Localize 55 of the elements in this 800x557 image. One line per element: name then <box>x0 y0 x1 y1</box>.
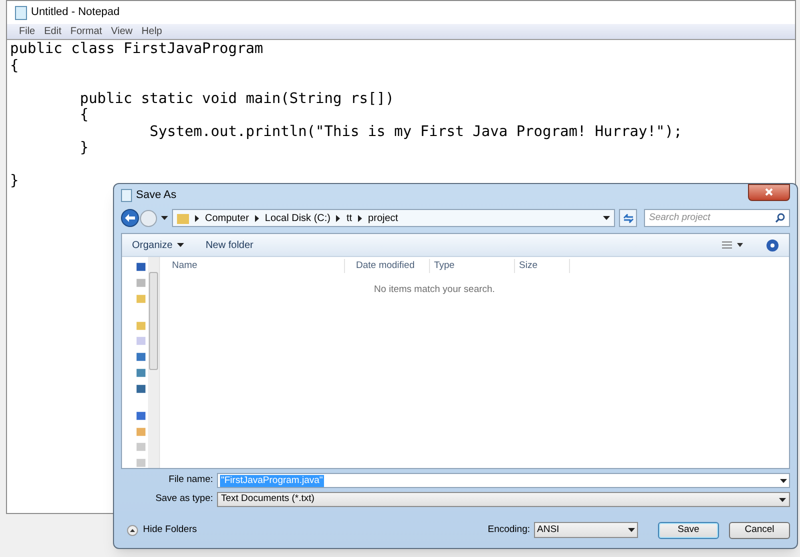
view-options-icon[interactable] <box>722 241 744 249</box>
dropdown-arrow-icon <box>603 216 610 220</box>
refresh-button[interactable] <box>619 209 637 227</box>
collapse-icon <box>127 524 138 536</box>
column-header[interactable]: Date modified <box>345 258 430 274</box>
chevron-icon <box>358 214 362 222</box>
field-label: Save as type: <box>154 492 213 506</box>
search-input[interactable]: Search project <box>649 210 775 226</box>
column-header[interactable]: Name <box>160 258 345 274</box>
dialog-button[interactable]: Save <box>658 522 719 538</box>
new-folder-button[interactable]: New folder <box>206 238 254 252</box>
address-bar[interactable]: Computer Local Disk (C:) tt project <box>172 209 615 227</box>
chevron-icon <box>195 214 199 222</box>
code-text: public class FirstJavaProgram { public static void main(String rs[]) { System.out.println("This is my First Java Program! Hurray!"); } } <box>10 41 682 190</box>
breadcrumb-item[interactable]: Local Disk (C:) <box>264 210 330 226</box>
back-arrow-icon <box>125 214 135 222</box>
back-button[interactable] <box>121 209 139 227</box>
menu-item[interactable]: Help <box>142 24 162 39</box>
menu-item[interactable]: View <box>111 24 133 39</box>
scrollbar-thumb[interactable] <box>149 272 158 370</box>
close-button[interactable] <box>748 184 790 200</box>
dropdown-arrow-icon <box>161 216 168 220</box>
organize-button[interactable]: Organize <box>132 238 184 252</box>
empty-message: No items match your search. <box>374 283 495 297</box>
dropdown-arrow-icon <box>780 478 787 482</box>
encoding-dropdown[interactable]: ANSI <box>534 522 638 538</box>
dialog-title: Save As <box>136 188 176 203</box>
breadcrumb-item[interactable]: tt <box>346 210 352 226</box>
notepad-icon <box>15 6 27 20</box>
column-header[interactable]: Size <box>515 258 570 274</box>
search-field[interactable]: Search project <box>644 209 790 227</box>
chevron-icon <box>336 214 340 222</box>
breadcrumb-item[interactable]: Computer <box>205 210 249 226</box>
selected-text: "FirstJavaProgram.java" <box>220 474 324 486</box>
chevron-icon <box>254 214 259 222</box>
hide-folders-button[interactable]: Hide Folders <box>121 522 197 538</box>
file-type-dropdown[interactable]: Text Documents (*.txt) <box>217 492 790 507</box>
scrollbar[interactable] <box>148 257 159 468</box>
menu-item[interactable]: Format <box>70 24 102 39</box>
close-icon <box>765 188 773 196</box>
help-icon[interactable] <box>766 238 779 252</box>
window-title: Untitled - Notepad <box>31 5 120 20</box>
menu-item[interactable]: File <box>19 24 36 39</box>
dropdown-arrow-icon <box>628 528 635 532</box>
menu-item[interactable]: Edit <box>44 24 62 39</box>
dropdown-arrow-icon <box>176 243 184 247</box>
field-label: File name: <box>168 473 213 488</box>
document-icon <box>121 188 132 202</box>
dialog-button[interactable]: Cancel <box>729 522 790 538</box>
encoding-label: Encoding: <box>488 522 530 537</box>
dropdown-arrow-icon <box>779 498 786 502</box>
refresh-icon <box>622 214 634 222</box>
column-header[interactable]: Type <box>430 258 515 274</box>
search-icon <box>775 213 785 223</box>
breadcrumb-item[interactable]: project <box>368 210 398 226</box>
